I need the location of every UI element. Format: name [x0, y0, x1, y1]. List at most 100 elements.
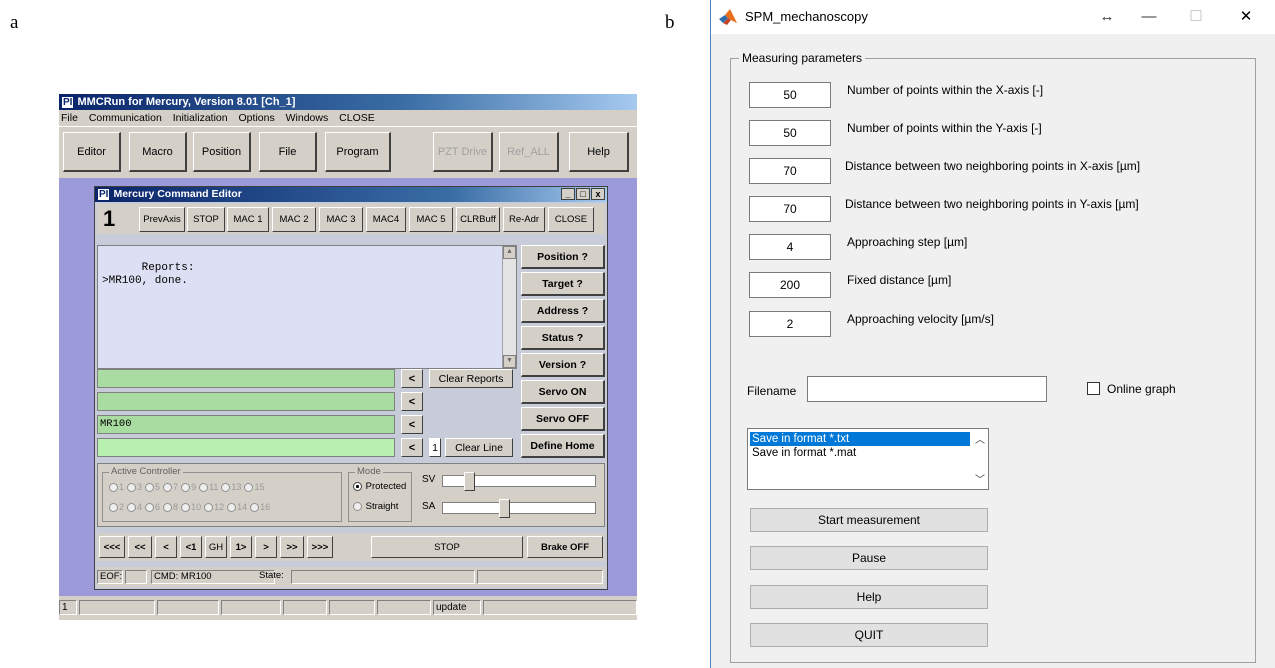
stop-motion-button[interactable]: STOP	[371, 536, 523, 558]
menu-close[interactable]: CLOSE	[339, 112, 375, 124]
file-button[interactable]: File	[259, 132, 317, 172]
listbox-scrollbar[interactable]: ︿ ﹀	[972, 429, 988, 489]
scroll-up-icon[interactable]: ▲	[503, 246, 516, 259]
pzt-drive-button[interactable]: PZT Drive	[433, 132, 493, 172]
controller-16-option[interactable]: 16	[250, 502, 270, 513]
controller-2-option[interactable]: 2	[109, 502, 124, 513]
controller-9-option[interactable]: 9	[181, 482, 196, 493]
controller-4-option[interactable]: 4	[127, 502, 142, 513]
chevron-down-icon[interactable]: ﹀	[975, 471, 985, 486]
mac5-button[interactable]: MAC 5	[409, 207, 453, 232]
controller-10-option[interactable]: 10	[181, 502, 201, 513]
quit-button[interactable]: QUIT	[750, 623, 988, 647]
save-format-mat-option[interactable]: Save in format *.mat	[750, 446, 970, 460]
nav-last-button[interactable]: >>>	[307, 536, 333, 558]
maximize-icon[interactable]: □	[576, 188, 590, 200]
mac2-button[interactable]: MAC 2	[272, 207, 316, 232]
menu-initialization[interactable]: Initialization	[173, 112, 228, 124]
clear-reports-button[interactable]: Clear Reports	[429, 369, 513, 388]
prevaxis-button[interactable]: PrevAxis	[139, 207, 185, 232]
controller-8-option[interactable]: 8	[163, 502, 178, 513]
ref-all-button[interactable]: Ref_ALL	[499, 132, 559, 172]
minimize-icon[interactable]: _	[561, 188, 575, 200]
spm-titlebar[interactable]: SPM_mechanoscopy ↔ — ☐ ✕	[711, 0, 1275, 34]
help-button[interactable]: Help	[750, 585, 988, 609]
close-icon[interactable]: ✕	[1226, 0, 1266, 34]
nav-forward-one-button[interactable]: 1>	[230, 536, 252, 558]
controller-3-option[interactable]: 3	[127, 482, 142, 493]
clear-line-button[interactable]: Clear Line	[445, 438, 513, 457]
command-line-2[interactable]	[97, 392, 395, 411]
send-line-3-button[interactable]: <	[401, 415, 423, 434]
x-points-input[interactable]: 50	[749, 82, 831, 108]
mmcrun-titlebar[interactable]: PI MMCRun for Mercury, Version 8.01 [Ch_…	[59, 94, 637, 110]
sv-slider-thumb[interactable]	[464, 472, 475, 491]
program-button[interactable]: Program	[325, 132, 391, 172]
command-line-4[interactable]	[97, 438, 395, 457]
save-format-listbox[interactable]: Save in format *.txt Save in format *.ma…	[747, 428, 989, 490]
mode-straight-option[interactable]: Straight	[353, 501, 398, 512]
mac4-button[interactable]: MAC4	[366, 207, 406, 232]
controller-7-option[interactable]: 7	[163, 482, 178, 493]
controller-1-option[interactable]: 1	[109, 482, 124, 493]
send-line-1-button[interactable]: <	[401, 369, 423, 388]
command-line-3[interactable]: MR100	[97, 415, 395, 434]
servo-on-button[interactable]: Servo ON	[521, 380, 605, 404]
controller-5-option[interactable]: 5	[145, 482, 160, 493]
macro-button[interactable]: Macro	[129, 132, 187, 172]
sa-slider[interactable]	[442, 499, 596, 518]
send-line-4-button[interactable]: <	[401, 438, 423, 457]
editor-button[interactable]: Editor	[63, 132, 121, 172]
fixed-distance-input[interactable]: 200	[749, 272, 831, 298]
minimize-icon[interactable]: —	[1129, 0, 1169, 34]
nav-back-fast-button[interactable]: <<	[128, 536, 152, 558]
send-line-2-button[interactable]: <	[401, 392, 423, 411]
nav-forward-button[interactable]: >	[255, 536, 277, 558]
online-graph-checkbox[interactable]	[1087, 382, 1100, 395]
mac1-button[interactable]: MAC 1	[227, 207, 269, 232]
address-query-button[interactable]: Address ?	[521, 299, 605, 323]
y-distance-input[interactable]: 70	[749, 196, 831, 222]
save-format-txt-option[interactable]: Save in format *.txt	[750, 432, 970, 446]
status-query-button[interactable]: Status ?	[521, 326, 605, 350]
go-home-button[interactable]: GH	[205, 536, 227, 558]
servo-off-button[interactable]: Servo OFF	[521, 407, 605, 431]
move-icon[interactable]: ↔	[1087, 0, 1127, 34]
sv-slider[interactable]	[442, 472, 596, 491]
editor-titlebar[interactable]: PI Mercury Command Editor _ □ x	[95, 187, 607, 202]
close-button[interactable]: CLOSE	[548, 207, 594, 232]
pause-button[interactable]: Pause	[750, 546, 988, 570]
stop-button[interactable]: STOP	[187, 207, 225, 232]
controller-14-option[interactable]: 14	[227, 502, 247, 513]
controller-15-option[interactable]: 15	[244, 482, 264, 493]
help-button[interactable]: Help	[569, 132, 629, 172]
nav-back-button[interactable]: <	[155, 536, 177, 558]
start-measurement-button[interactable]: Start measurement	[750, 508, 988, 532]
nav-back-one-button[interactable]: <1	[180, 536, 202, 558]
menu-communication[interactable]: Communication	[89, 112, 162, 124]
close-icon[interactable]: x	[591, 188, 605, 200]
clrbuff-button[interactable]: CLRBuff	[456, 207, 500, 232]
reports-scrollbar[interactable]: ▲ ▼	[502, 246, 516, 368]
controller-6-option[interactable]: 6	[145, 502, 160, 513]
chevron-up-icon[interactable]: ︿	[975, 431, 985, 446]
reports-output[interactable]: Reports: >MR100, done. ▲ ▼	[97, 245, 517, 369]
nav-forward-fast-button[interactable]: >>	[280, 536, 304, 558]
nav-first-button[interactable]: <<<	[99, 536, 125, 558]
filename-input[interactable]	[807, 376, 1047, 402]
command-line-1[interactable]	[97, 369, 395, 388]
menu-options[interactable]: Options	[239, 112, 275, 124]
controller-12-option[interactable]: 12	[204, 502, 224, 513]
define-home-button[interactable]: Define Home	[521, 434, 605, 458]
brake-off-button[interactable]: Brake OFF	[527, 536, 603, 558]
version-query-button[interactable]: Version ?	[521, 353, 605, 377]
position-button[interactable]: Position	[193, 132, 251, 172]
menu-windows[interactable]: Windows	[286, 112, 329, 124]
target-query-button[interactable]: Target ?	[521, 272, 605, 296]
re-adr-button[interactable]: Re-Adr	[503, 207, 545, 232]
position-query-button[interactable]: Position ?	[521, 245, 605, 269]
mac3-button[interactable]: MAC 3	[319, 207, 363, 232]
y-points-input[interactable]: 50	[749, 120, 831, 146]
controller-13-option[interactable]: 13	[221, 482, 241, 493]
scroll-down-icon[interactable]: ▼	[503, 355, 516, 368]
